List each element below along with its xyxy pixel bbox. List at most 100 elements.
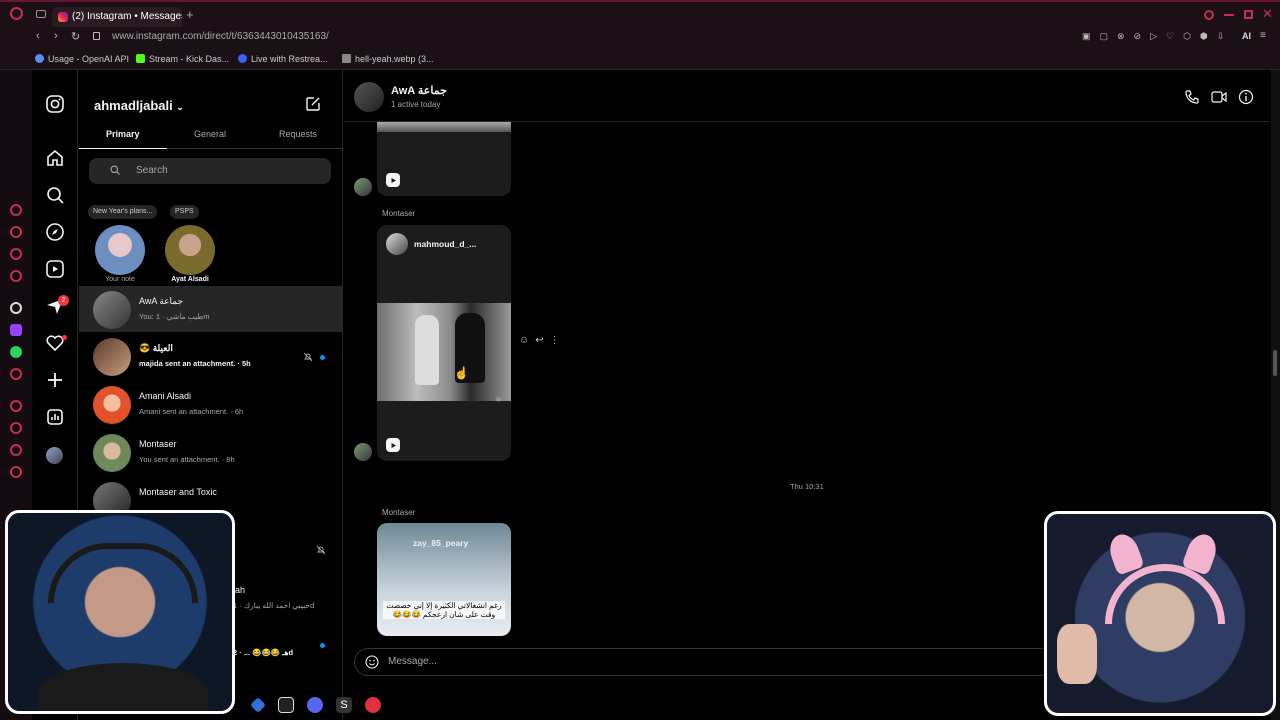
bookmark-restream[interactable]: Live with Restrea... bbox=[238, 54, 328, 64]
your-note-avatar[interactable] bbox=[95, 225, 145, 275]
opera-logo-icon[interactable] bbox=[10, 7, 23, 20]
reel-message-card[interactable]: zay_85_peary رغم انشغالاتي الكثيرة إلا إ… bbox=[377, 523, 511, 636]
reply-icon[interactable]: ↩ bbox=[535, 335, 549, 346]
message-composer[interactable]: Message... bbox=[354, 648, 1054, 676]
back-button[interactable]: ‹ bbox=[36, 30, 40, 42]
chatgpt-icon[interactable] bbox=[10, 302, 22, 314]
ai-button[interactable]: AI bbox=[1242, 31, 1251, 41]
browser-tab-instagram[interactable]: (2) Instagram • Messages bbox=[52, 7, 182, 27]
minimize-button[interactable] bbox=[1224, 14, 1234, 16]
menu-icon[interactable]: ≡ bbox=[1260, 30, 1266, 41]
tab-general[interactable]: General bbox=[194, 129, 226, 139]
app-icon[interactable] bbox=[278, 697, 294, 713]
forward-button[interactable]: › bbox=[54, 30, 58, 42]
group-avatar[interactable] bbox=[354, 82, 384, 112]
instagram-logo-icon[interactable] bbox=[45, 94, 65, 114]
app-icon[interactable] bbox=[365, 697, 381, 713]
url-field[interactable]: www.instagram.com/direct/t/6363443010435… bbox=[112, 31, 329, 42]
sidebar-app-icon[interactable] bbox=[10, 270, 22, 282]
close-button[interactable]: ✕ bbox=[1262, 6, 1273, 22]
avatar bbox=[93, 386, 131, 424]
explore-icon[interactable] bbox=[45, 222, 65, 242]
app-icon[interactable]: S bbox=[336, 697, 352, 713]
reels-icon[interactable] bbox=[45, 259, 65, 279]
thread-name: Montaser bbox=[139, 439, 177, 449]
thread-preview: You: طيب ماشي · 1m bbox=[139, 312, 210, 321]
bookmark-openai[interactable]: Usage - OpenAI API bbox=[35, 54, 129, 64]
note-label: Ayat Alsadi bbox=[171, 276, 209, 283]
sidebar-app-icon[interactable] bbox=[10, 204, 22, 216]
thread-row-awa[interactable]: AwA جماعة You: طيب ماشي · 1m bbox=[79, 286, 343, 332]
reel-author: mahmoud_d_... bbox=[414, 239, 477, 249]
message-actions: ☺↩⋮ bbox=[519, 335, 566, 346]
video-call-icon[interactable] bbox=[1211, 89, 1227, 105]
extension-icons[interactable]: ▣▢⊗⊘▷♡⬡⬢⇩ bbox=[1082, 31, 1233, 42]
search-icon[interactable] bbox=[1204, 10, 1214, 20]
more-options-icon[interactable]: ⋮ bbox=[550, 335, 566, 346]
search-input[interactable]: Search bbox=[89, 158, 331, 184]
new-tab-button[interactable]: + bbox=[186, 7, 194, 22]
search-icon[interactable] bbox=[45, 185, 65, 205]
account-switcher[interactable]: ahmadljabali ⌄ bbox=[94, 98, 184, 113]
sidebar-app-icon[interactable] bbox=[10, 368, 22, 380]
thread-preview: حبيبي احمد الله يبارك · 1d bbox=[233, 601, 315, 610]
maximize-button[interactable] bbox=[1244, 10, 1253, 19]
search-icon bbox=[110, 165, 120, 175]
react-emoji-icon[interactable]: ☺ bbox=[519, 335, 535, 346]
browser-tab-bar: (2) Instagram • Messages + ✕ bbox=[0, 0, 1280, 28]
bookmark-kick[interactable]: Stream - Kick Das... bbox=[136, 54, 229, 64]
thread-row-family[interactable]: 😎 العيلة majida sent an attachment. · 5h bbox=[79, 333, 343, 379]
search-placeholder: Search bbox=[136, 165, 168, 176]
ayat-alsadi-avatar[interactable] bbox=[165, 225, 215, 275]
tab-active-indicator bbox=[79, 148, 167, 149]
history-icon[interactable] bbox=[10, 400, 22, 412]
note-bubble[interactable]: New Year's plans... bbox=[88, 205, 158, 219]
twitch-icon[interactable] bbox=[10, 324, 22, 336]
thread-row-montaser[interactable]: Montaser You sent an attachment. · 8h bbox=[79, 429, 343, 475]
reel-message-card[interactable]: mahmoud_d_... ≋ bbox=[377, 225, 511, 461]
thread-name: AwA جماعة bbox=[139, 296, 184, 306]
sidebar-app-icon[interactable] bbox=[10, 226, 22, 238]
reel-caption: رغم انشغالاتي الكثيرة إلا إني خصصت وقت ع… bbox=[383, 601, 505, 619]
clock-icon[interactable] bbox=[10, 422, 22, 434]
tab-requests[interactable]: Requests bbox=[279, 129, 317, 139]
bookmark-hell-yeah[interactable]: hell-yeah.webp (3... bbox=[342, 54, 434, 64]
compose-icon[interactable] bbox=[305, 96, 321, 112]
profile-avatar[interactable] bbox=[46, 447, 63, 464]
sidebar-app-icon[interactable] bbox=[10, 248, 22, 260]
dashboard-icon[interactable] bbox=[45, 407, 65, 427]
scrollbar-thumb[interactable] bbox=[1273, 350, 1277, 376]
reel-figure bbox=[415, 315, 439, 385]
muted-bell-icon bbox=[303, 352, 313, 362]
unread-dot bbox=[320, 355, 325, 360]
chat-title[interactable]: AwA جماعة bbox=[391, 84, 447, 97]
reload-button[interactable]: ↻ bbox=[71, 30, 80, 43]
emoji-icon[interactable] bbox=[365, 655, 379, 669]
tab-primary[interactable]: Primary bbox=[106, 129, 140, 139]
file-icon bbox=[342, 54, 351, 63]
webcam-overlay-left bbox=[5, 510, 235, 714]
phone-call-icon[interactable] bbox=[1184, 89, 1200, 105]
home-icon[interactable] bbox=[45, 148, 65, 168]
reel-thumbnail bbox=[377, 122, 511, 132]
sender-avatar[interactable] bbox=[354, 443, 372, 461]
thread-row-amani[interactable]: Amani Alsadi Amani sent an attachment. ·… bbox=[79, 381, 343, 427]
info-icon[interactable] bbox=[1238, 89, 1254, 105]
notification-dot bbox=[62, 335, 67, 340]
app-icon[interactable] bbox=[250, 697, 266, 713]
sidebar-app-icon[interactable] bbox=[10, 444, 22, 456]
taskbar: S bbox=[240, 692, 390, 720]
instagram-favicon-icon bbox=[58, 12, 68, 22]
timestamp: Thu 10:31 bbox=[790, 482, 824, 491]
thread-name: Amani Alsadi bbox=[139, 391, 192, 401]
create-icon[interactable] bbox=[45, 370, 65, 390]
settings-icon[interactable] bbox=[10, 466, 22, 478]
tab-overview-icon[interactable] bbox=[36, 10, 46, 18]
chat-status: 1 active today bbox=[391, 100, 441, 109]
note-bubble[interactable]: PSPS bbox=[170, 205, 199, 219]
discord-icon[interactable] bbox=[307, 697, 323, 713]
sender-avatar[interactable] bbox=[354, 178, 372, 196]
whatsapp-icon[interactable] bbox=[10, 346, 22, 358]
reel-overlay-icon: ≋ bbox=[495, 395, 502, 404]
message-input[interactable]: Message... bbox=[388, 656, 437, 667]
